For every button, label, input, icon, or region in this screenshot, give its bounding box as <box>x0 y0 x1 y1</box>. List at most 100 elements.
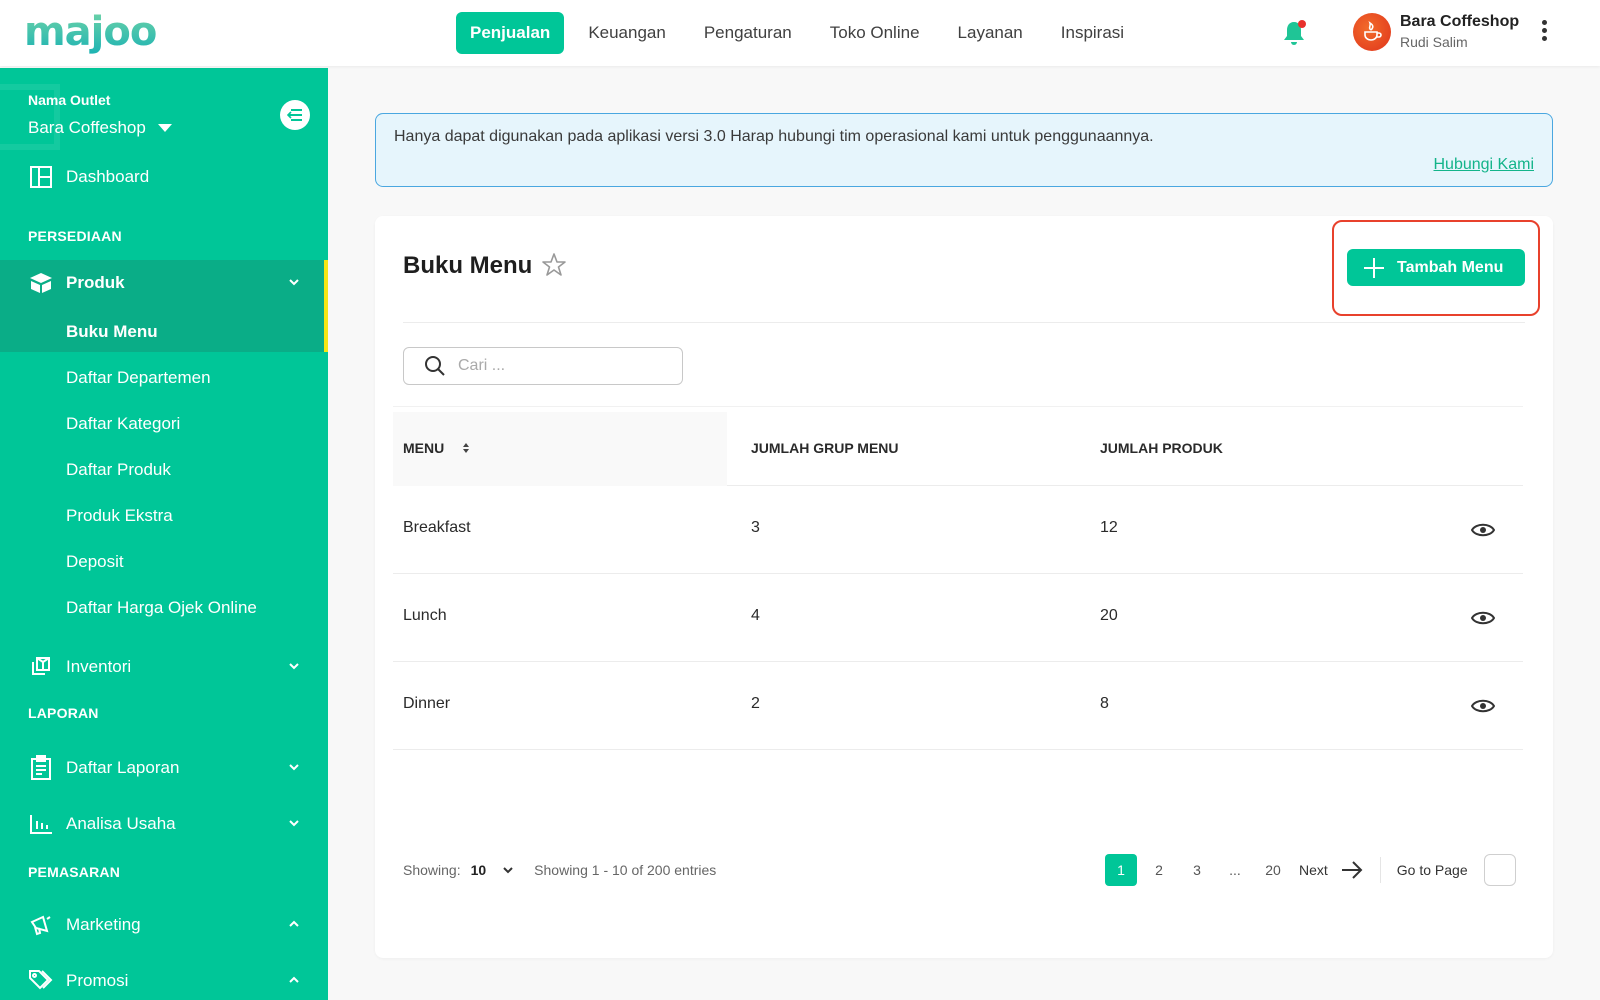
cell-products: 20 <box>1100 607 1118 624</box>
profile-menu[interactable]: Bara Coffeshop Rudi Salim <box>1353 12 1519 52</box>
menu-collapse-icon <box>287 109 302 121</box>
sort-icon[interactable] <box>461 440 471 456</box>
chevron-down-icon <box>289 820 299 827</box>
cell-groups: 2 <box>751 695 760 712</box>
alert-message: Hanya dapat digunakan pada aplikasi vers… <box>394 128 1154 145</box>
sidebar-item-produk[interactable]: Produk <box>0 260 328 306</box>
dashboard-icon <box>28 164 54 190</box>
add-menu-label: Tambah Menu <box>1397 258 1504 276</box>
chevron-up-icon <box>289 920 299 927</box>
chevron-down-icon[interactable] <box>502 864 514 876</box>
divider <box>1379 857 1381 883</box>
table-row: Lunch 4 20 <box>393 574 1523 662</box>
caret-down-icon <box>157 124 172 132</box>
cell-menu: Breakfast <box>403 519 471 536</box>
page-20-button[interactable]: 20 <box>1257 854 1289 886</box>
view-eye-icon[interactable] <box>1471 694 1495 718</box>
section-persediaan: PERSEDIAAN <box>28 228 122 244</box>
bar-chart-icon <box>28 811 54 837</box>
go-to-page-label: Go to Page <box>1396 862 1468 878</box>
sidebar-item-inventori[interactable]: Inventori <box>0 644 328 690</box>
divider <box>393 406 1523 407</box>
next-page-button[interactable]: Next <box>1299 860 1364 880</box>
column-header-jumlah-grup-menu: JUMLAH GRUP MENU <box>751 440 899 456</box>
main-nav: Penjualan Keuangan Pengaturan Toko Onlin… <box>456 12 1148 54</box>
pagination: 1 2 3 ... 20 Next Go to Page <box>1105 854 1516 886</box>
page-1-button[interactable]: 1 <box>1105 854 1137 886</box>
top-navbar: majoo Penjualan Keuangan Pengaturan Toko… <box>0 0 1600 66</box>
cube-icon <box>28 654 54 680</box>
table-header: MENU JUMLAH GRUP MENU JUMLAH PRODUK <box>393 412 1523 486</box>
sidebar-item-label: Dashboard <box>66 167 150 186</box>
sidebar-sub-daftar-harga-ojek-online[interactable]: Daftar Harga Ojek Online <box>66 598 257 618</box>
sidebar-item-label: Promosi <box>66 971 129 990</box>
sidebar-item-label: Produk <box>66 273 125 292</box>
nav-layanan[interactable]: Layanan <box>944 12 1037 54</box>
sidebar-sub-daftar-departemen[interactable]: Daftar Departemen <box>66 368 211 388</box>
nav-penjualan[interactable]: Penjualan <box>456 12 565 54</box>
cell-groups: 3 <box>751 519 760 536</box>
search-icon <box>425 356 445 376</box>
menu-book-card: Buku Menu Tambah Menu MENU JUMLAH GRUP M… <box>375 216 1553 958</box>
nav-inspirasi[interactable]: Inspirasi <box>1047 12 1138 54</box>
sidebar: Nama Outlet Bara Coffeshop Dashboard PER… <box>0 68 328 1000</box>
page-ellipsis: ... <box>1229 862 1241 878</box>
page-3-button[interactable]: 3 <box>1181 854 1213 886</box>
sidebar-item-daftar-laporan[interactable]: Daftar Laporan <box>0 745 328 791</box>
search-box <box>403 347 683 385</box>
sidebar-item-label: Inventori <box>66 657 132 676</box>
sidebar-item-label: Analisa Usaha <box>66 814 176 833</box>
cell-groups: 4 <box>751 607 760 624</box>
search-input[interactable] <box>458 357 658 375</box>
outlet-label: Nama Outlet <box>28 92 111 108</box>
page-size-select[interactable]: 10 <box>471 862 487 878</box>
table-row: Dinner 2 8 <box>393 662 1523 750</box>
more-options-icon[interactable] <box>1538 20 1550 44</box>
entries-summary: Showing 1 - 10 of 200 entries <box>534 862 717 878</box>
sidebar-item-promosi[interactable]: Promosi <box>0 958 328 1000</box>
nav-pengaturan[interactable]: Pengaturan <box>690 12 806 54</box>
outlet-name: Bara Coffeshop <box>28 118 146 137</box>
go-to-page-input[interactable] <box>1483 854 1516 886</box>
page-title: Buku Menu <box>403 252 533 279</box>
cell-products: 12 <box>1100 519 1118 536</box>
sidebar-sub-produk-ekstra[interactable]: Produk Ekstra <box>66 506 173 526</box>
majoo-logo[interactable]: majoo <box>24 10 157 54</box>
cell-menu: Lunch <box>403 607 447 624</box>
sidebar-sub-daftar-produk[interactable]: Daftar Produk <box>66 460 171 480</box>
sidebar-item-analisa-usaha[interactable]: Analisa Usaha <box>0 801 328 847</box>
chevron-down-icon <box>289 279 299 286</box>
chevron-up-icon <box>289 976 299 983</box>
collapse-sidebar-button[interactable] <box>280 100 310 130</box>
business-avatar <box>1353 13 1391 51</box>
column-header-menu[interactable]: MENU <box>403 440 444 456</box>
chevron-down-icon <box>289 764 299 771</box>
add-menu-button[interactable]: Tambah Menu <box>1347 249 1525 286</box>
sidebar-item-dashboard[interactable]: Dashboard <box>0 154 328 200</box>
bell-icon[interactable] <box>1282 19 1308 47</box>
sidebar-sub-buku-menu[interactable]: Buku Menu <box>66 322 158 342</box>
nav-toko-online[interactable]: Toko Online <box>816 12 934 54</box>
view-eye-icon[interactable] <box>1471 518 1495 542</box>
info-alert: Hanya dapat digunakan pada aplikasi vers… <box>375 113 1553 187</box>
divider <box>403 322 1525 323</box>
box-icon <box>28 270 54 296</box>
view-eye-icon[interactable] <box>1471 606 1495 630</box>
contact-us-link[interactable]: Hubungi Kami <box>1434 156 1535 174</box>
favorite-star-icon[interactable] <box>541 252 567 278</box>
sidebar-sub-daftar-kategori[interactable]: Daftar Kategori <box>66 414 180 434</box>
tag-icon <box>28 968 54 994</box>
plus-icon <box>1364 257 1384 278</box>
page-2-button[interactable]: 2 <box>1143 854 1175 886</box>
sidebar-item-label: Marketing <box>66 915 141 934</box>
column-header-jumlah-produk: JUMLAH PRODUK <box>1100 440 1223 456</box>
cell-menu: Dinner <box>403 695 451 712</box>
outlet-selector[interactable]: Bara Coffeshop <box>28 118 172 138</box>
next-label: Next <box>1299 862 1328 878</box>
sidebar-sub-deposit[interactable]: Deposit <box>66 552 124 572</box>
chevron-down-icon <box>289 663 299 670</box>
nav-keuangan[interactable]: Keuangan <box>574 12 680 54</box>
cell-products: 8 <box>1100 695 1109 712</box>
sidebar-item-marketing[interactable]: Marketing <box>0 902 328 948</box>
sidebar-item-label: Daftar Laporan <box>66 758 180 777</box>
